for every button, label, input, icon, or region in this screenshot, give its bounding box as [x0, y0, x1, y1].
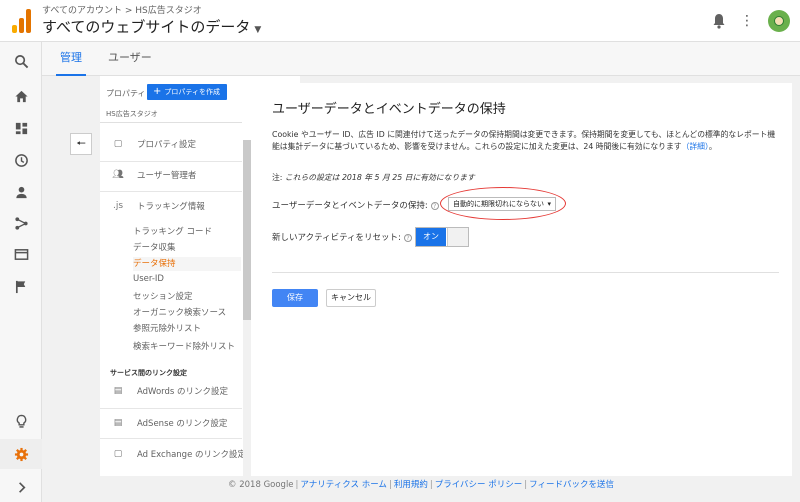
create-property-button[interactable]: + プロパティを作成: [147, 84, 227, 100]
footer: © 2018 Google | アナリティクス ホーム | 利用規約 | プライバシー ポリ…: [228, 480, 614, 490]
submenu-data-retention[interactable]: データ保持: [133, 257, 241, 271]
flag-icon[interactable]: [0, 271, 42, 301]
help-icon[interactable]: ?: [403, 233, 412, 242]
analytics-logo-icon[interactable]: [12, 9, 32, 33]
top-app-bar: すべてのアカウント > HS広告スタジオ すべてのウェブサイトのデータ ▼ ⋮: [0, 0, 800, 42]
toggle-knob: [447, 228, 468, 246]
save-button[interactable]: 保存: [272, 289, 318, 307]
dashboard-icon[interactable]: [0, 113, 42, 143]
person-icon[interactable]: [0, 177, 42, 207]
submenu-data-collection[interactable]: データ収集: [133, 241, 176, 255]
caret-down-icon: ▼: [254, 25, 262, 35]
submenu-organic-search[interactable]: オーガニック検索ソース: [133, 306, 226, 320]
account-breadcrumb[interactable]: すべてのアカウント > HS広告スタジオ: [42, 3, 202, 16]
submenu-session-settings[interactable]: セッション設定: [133, 290, 193, 304]
share-icon[interactable]: [0, 208, 42, 238]
menu-adwords-linking[interactable]: ▤ AdWords のリンク設定: [110, 382, 228, 400]
reset-field-label: 新しいアクティビティをリセット:?: [272, 231, 412, 243]
effective-date-note: 注: これらの設定は 2018 年 5 月 25 日に有効になります: [272, 173, 475, 182]
property-name[interactable]: HS広告スタジオ: [106, 109, 158, 119]
plus-icon: +: [153, 86, 162, 97]
bell-icon[interactable]: [712, 13, 726, 29]
footer-link-analytics-home[interactable]: アナリティクス ホーム: [300, 480, 387, 490]
divider: [100, 408, 242, 409]
details-link[interactable]: （詳細）: [682, 142, 709, 151]
clock-icon[interactable]: [0, 145, 42, 175]
more-vert-icon[interactable]: ⋮: [740, 14, 754, 28]
divider: [100, 161, 242, 162]
display-icon[interactable]: [0, 239, 42, 269]
menu-property-settings[interactable]: ▢ プロパティ設定: [110, 135, 196, 153]
adwords-icon: ▤: [113, 386, 123, 396]
js-icon: .js: [112, 201, 124, 211]
retention-description: Cookie やユーザー ID、広告 ID に関連付けて送ったデータの保持期間は…: [272, 130, 776, 151]
avatar[interactable]: [768, 10, 790, 32]
footer-link-privacy[interactable]: プライバシー ポリシー: [435, 480, 523, 490]
property-label: プロパティ: [106, 89, 146, 98]
tab-admin[interactable]: 管理: [56, 42, 86, 76]
search-icon[interactable]: [0, 46, 42, 76]
adsense-icon: ▤: [113, 418, 123, 428]
people-icon: 👥︎: [112, 170, 124, 180]
view-title: すべてのウェブサイトのデータ: [42, 18, 251, 36]
left-nav-rail: [0, 42, 42, 502]
lightbulb-icon[interactable]: [0, 406, 42, 436]
admin-content: プロパティ + プロパティを作成 HS広告スタジオ 🠔 ▢ プロパティ設定 👥︎ ユー…: [42, 76, 800, 502]
back-arrow-icon[interactable]: 🠔: [70, 133, 92, 155]
tab-users[interactable]: ユーザー: [104, 42, 156, 76]
submenu-user-id[interactable]: User-ID: [133, 274, 164, 288]
menu-adsense-linking[interactable]: ▤ AdSense のリンク設定: [110, 414, 228, 432]
divider: [100, 438, 242, 439]
retention-field-label: ユーザーデータとイベントデータの保持:?: [272, 199, 439, 211]
cancel-button[interactable]: キャンセル: [326, 289, 376, 307]
footer-link-terms[interactable]: 利用規約: [394, 480, 428, 490]
red-highlight-annotation: [440, 187, 566, 220]
help-icon[interactable]: ?: [430, 201, 439, 210]
data-retention-panel: ユーザーデータとイベントデータの保持 Cookie やユーザー ID、広告 ID…: [258, 83, 792, 476]
settings-page-icon: ▢: [113, 139, 123, 149]
submenu-referral-exclusion[interactable]: 参照元除外リスト: [133, 322, 201, 336]
copyright: © 2018 Google: [228, 480, 294, 490]
submenu-tracking-code[interactable]: トラッキング コード: [133, 225, 212, 239]
home-icon[interactable]: [0, 81, 42, 111]
footer-link-feedback[interactable]: フィードバックを送信: [529, 480, 614, 490]
divider: [100, 122, 242, 123]
create-property-label: プロパティを作成: [164, 88, 220, 96]
admin-tabs: 管理 ユーザー: [42, 42, 800, 76]
gear-icon[interactable]: [0, 439, 42, 469]
menu-adexchange-linking[interactable]: ▢ Ad Exchange のリンク設定: [110, 445, 246, 463]
menu-tracking-info[interactable]: .js トラッキング情報: [110, 197, 205, 215]
divider: [100, 191, 242, 192]
divider: [272, 272, 779, 273]
product-linking-header: サービス間のリンク設定: [110, 369, 187, 377]
menu-user-management[interactable]: 👥︎ ユーザー管理者: [110, 166, 196, 184]
scrollbar-thumb[interactable]: [243, 140, 251, 320]
chevron-right-icon[interactable]: [0, 472, 42, 502]
adexchange-icon: ▢: [113, 449, 123, 459]
toggle-on-label: オン: [416, 228, 446, 246]
submenu-search-term-exclusion[interactable]: 検索キーワード除外リスト: [133, 340, 235, 354]
page-title: ユーザーデータとイベントデータの保持: [272, 102, 506, 117]
view-selector[interactable]: すべてのウェブサイトのデータ ▼: [42, 16, 261, 37]
reset-activity-toggle[interactable]: オン: [415, 227, 469, 247]
